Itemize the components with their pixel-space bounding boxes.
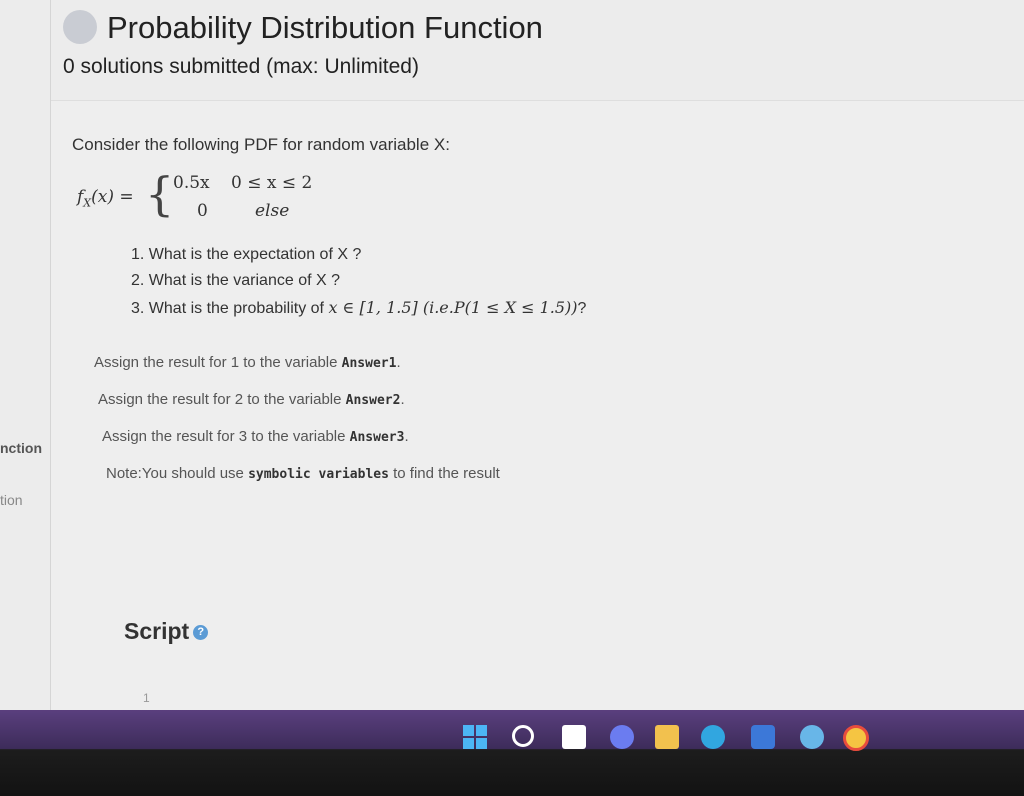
search-icon[interactable] — [512, 725, 534, 747]
rail-item-solution[interactable]: tion — [0, 492, 23, 508]
left-rail: nction tion — [0, 0, 51, 710]
case1-condition: 0 ≤ x ≤ 2 — [231, 173, 313, 193]
editor-line-number: 1 — [143, 691, 150, 705]
variable-name: Answer1 — [341, 356, 397, 371]
task-view-icon[interactable] — [562, 725, 586, 749]
case1-value: 0.5x — [173, 173, 210, 193]
question-1: 1. What is the expectation of X ? — [131, 246, 362, 263]
piecewise-brace: { — [145, 167, 175, 221]
assignment-instructions: Assign the result for 1 to the variable … — [94, 354, 500, 502]
script-section-label: Script? — [124, 618, 209, 645]
assign-text: Assign the result for 2 to the variable — [98, 391, 346, 408]
main-content: Probability Distribution Function 0 solu… — [51, 0, 1024, 710]
rail-item-function[interactable]: nction — [0, 440, 42, 456]
variable-name: Answer3 — [349, 430, 405, 445]
variable-name: Answer2 — [345, 393, 401, 408]
assign-text: Assign the result for 3 to the variable — [102, 428, 350, 445]
note-suffix: to find the result — [388, 465, 500, 482]
formula-subscript: X — [83, 196, 92, 210]
question-3-math: x ∈ [1, 1.5] (i.e.P(1 ≤ X ≤ 1.5)) — [328, 298, 578, 317]
file-explorer-icon[interactable] — [655, 725, 679, 749]
problem-status-icon — [63, 10, 97, 44]
question-3: 3. What is the probability of x ∈ [1, 1.… — [131, 298, 586, 324]
case2-value: 0 — [197, 201, 208, 221]
chat-icon[interactable] — [610, 725, 634, 749]
assign-end: . — [396, 354, 401, 371]
assign-line-2: Assign the result for 2 to the variable … — [98, 391, 500, 428]
problem-panel: Consider the following PDF for random va… — [51, 101, 1024, 710]
problem-intro: Consider the following PDF for random va… — [72, 135, 450, 154]
help-icon[interactable]: ? — [193, 625, 209, 641]
chrome-icon[interactable] — [843, 725, 869, 751]
page-title: Probability Distribution Function — [107, 10, 543, 45]
app-icon[interactable] — [800, 725, 824, 749]
submission-count: 0 solutions submitted (max: Unlimited) — [63, 55, 419, 78]
assign-end: . — [404, 428, 409, 445]
question-3-end: ? — [577, 300, 587, 317]
problem-header: Probability Distribution Function 0 solu… — [51, 0, 1024, 101]
question-2: 2. What is the variance of X ? — [131, 272, 340, 289]
question-list: 1. What is the expectation of X ? 2. Wha… — [131, 246, 586, 324]
assign-text: Assign the result for 1 to the variable — [94, 354, 342, 371]
store-icon[interactable] — [751, 725, 775, 749]
note-prefix: Note:You should use — [106, 465, 249, 482]
taskbar — [0, 710, 1024, 796]
question-3-text: 3. What is the probability of — [131, 300, 329, 317]
note-bold-text: symbolic variables — [248, 467, 389, 482]
assign-line-3: Assign the result for 3 to the variable … — [102, 428, 500, 465]
case2-condition: else — [255, 201, 290, 221]
windows-icon[interactable] — [463, 725, 487, 749]
assign-line-1: Assign the result for 1 to the variable … — [94, 354, 500, 391]
edge-icon[interactable] — [701, 725, 725, 749]
assign-end: . — [400, 391, 405, 408]
formula-argument: (x) = — [91, 187, 134, 207]
formula-lhs: fX(x) = — [77, 187, 134, 209]
script-label-text: Script — [124, 618, 190, 644]
note-line: Note:You should use symbolic variables t… — [106, 465, 500, 502]
